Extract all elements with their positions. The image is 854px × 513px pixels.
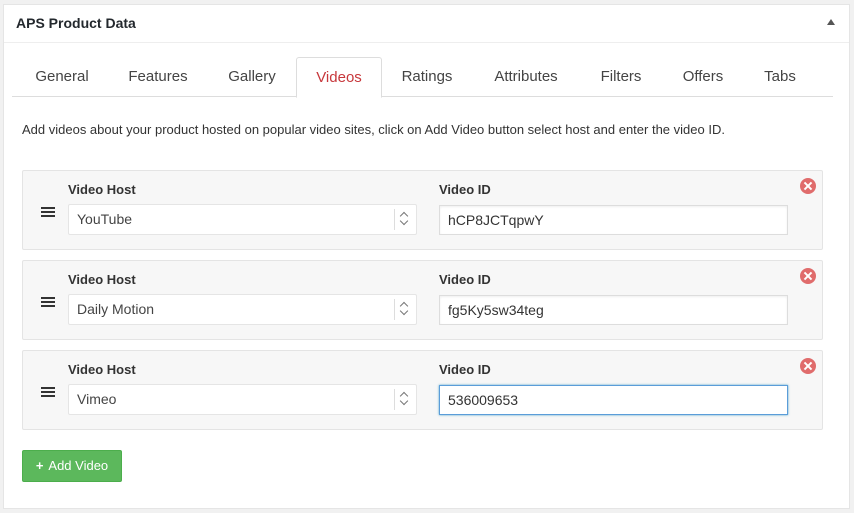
video-id-input[interactable]: [439, 295, 788, 325]
tab-gallery[interactable]: Gallery: [217, 57, 287, 97]
video-id-input[interactable]: [439, 385, 788, 415]
panel-header: APS Product Data: [4, 5, 849, 43]
remove-video-icon[interactable]: [800, 178, 816, 194]
drag-handle-icon[interactable]: [41, 387, 55, 397]
drag-handle-icon[interactable]: [41, 297, 55, 307]
tab-ratings[interactable]: Ratings: [392, 57, 462, 97]
video-row: Video Host YouTube Video ID: [22, 170, 823, 250]
video-row: Video Host Vimeo Video ID: [22, 350, 823, 430]
add-video-button[interactable]: + Add Video: [22, 450, 122, 482]
select-arrows-icon: [394, 389, 416, 410]
tab-features[interactable]: Features: [116, 57, 200, 97]
video-host-value: Vimeo: [77, 391, 117, 407]
video-host-select[interactable]: Daily Motion: [68, 294, 417, 325]
video-host-label: Video Host: [68, 272, 136, 287]
video-id-label: Video ID: [439, 362, 491, 377]
plus-icon: +: [35, 458, 44, 473]
video-host-label: Video Host: [68, 182, 136, 197]
video-row: Video Host Daily Motion Video ID: [22, 260, 823, 340]
video-host-label: Video Host: [68, 362, 136, 377]
video-host-value: YouTube: [77, 211, 133, 227]
tab-tabs[interactable]: Tabs: [750, 57, 810, 97]
tab-bar: General Features Gallery Videos Ratings …: [12, 57, 833, 98]
tab-videos[interactable]: Videos: [296, 57, 382, 98]
video-host-value: Daily Motion: [77, 301, 155, 317]
videos-description: Add videos about your product hosted on …: [22, 122, 725, 137]
tab-attributes[interactable]: Attributes: [480, 57, 572, 97]
add-video-label: Add Video: [48, 458, 109, 473]
video-id-label: Video ID: [439, 182, 491, 197]
video-host-select[interactable]: YouTube: [68, 204, 417, 235]
select-arrows-icon: [394, 299, 416, 320]
tab-offers[interactable]: Offers: [669, 57, 737, 97]
tab-filters[interactable]: Filters: [586, 57, 656, 97]
remove-video-icon[interactable]: [800, 358, 816, 374]
panel-title: APS Product Data: [16, 15, 136, 31]
video-id-input[interactable]: [439, 205, 788, 235]
collapse-triangle-icon[interactable]: [827, 19, 835, 25]
select-arrows-icon: [394, 209, 416, 230]
remove-video-icon[interactable]: [800, 268, 816, 284]
tab-general[interactable]: General: [22, 57, 102, 97]
drag-handle-icon[interactable]: [41, 207, 55, 217]
video-host-select[interactable]: Vimeo: [68, 384, 417, 415]
video-id-label: Video ID: [439, 272, 491, 287]
